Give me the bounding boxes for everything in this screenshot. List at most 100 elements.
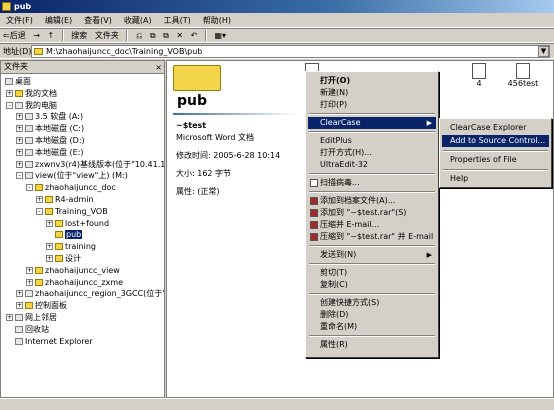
tree-item[interactable]: R4-admin — [45, 194, 94, 205]
context-menu-item[interactable]: 属性(R) — [308, 339, 436, 351]
menu-item-label: ClearCase — [320, 118, 361, 127]
tree-item-label: 我的电脑 — [25, 100, 57, 110]
expand-toggle-icon[interactable]: + — [46, 255, 53, 262]
menu-view[interactable]: 查看(V) — [78, 13, 118, 28]
address-input[interactable]: M:\zhaohaijuncc_doc\Training_VOB\pub ▼ — [31, 45, 550, 58]
up-button[interactable]: ↑ — [48, 29, 55, 43]
submenu-item[interactable]: Help — [442, 173, 549, 185]
menu-edit[interactable]: 编辑(E) — [39, 13, 78, 28]
tree-item[interactable]: zhaohaijuncc_doc — [35, 182, 116, 193]
search-button[interactable]: 搜索 — [71, 29, 87, 43]
context-menu-item[interactable]: 添加到档案文件(A)... — [308, 195, 436, 207]
expand-toggle-icon[interactable]: + — [26, 278, 33, 286]
context-menu-item[interactable]: 压缩并 E-mail... — [308, 219, 436, 231]
expand-toggle-icon[interactable]: + — [46, 243, 53, 251]
context-menu-item[interactable]: 复制(C) — [308, 279, 436, 291]
context-menu-item[interactable]: EditPlus — [308, 135, 436, 147]
folder-icon — [35, 278, 43, 286]
menu-tools[interactable]: 工具(T) — [158, 13, 197, 28]
menu-help[interactable]: 帮助(H) — [197, 13, 237, 28]
clearcase-submenu: ClearCase Explorer Add to Source Control.… — [439, 118, 552, 188]
context-menu-item[interactable]: 打开(O) — [308, 75, 436, 87]
submenu-item[interactable]: Properties of File — [442, 154, 549, 166]
context-menu-item[interactable]: 新建(N) — [308, 87, 436, 99]
context-menu-item[interactable]: 重命名(M) — [308, 321, 436, 333]
menu-file[interactable]: 文件(F) — [0, 13, 39, 28]
expand-toggle-icon[interactable]: + — [16, 148, 23, 156]
undo-icon[interactable]: ↶ — [191, 29, 198, 43]
tree-item[interactable]: 我的文档 — [15, 88, 57, 99]
expand-toggle-icon[interactable]: + — [16, 302, 23, 310]
tree-item-label: R4-admin — [55, 195, 94, 204]
back-button[interactable]: ⇐后退 — [3, 29, 26, 43]
expand-toggle-icon[interactable]: + — [16, 160, 23, 168]
file-item[interactable]: 4 — [459, 63, 499, 88]
expand-toggle-icon[interactable]: + — [36, 196, 43, 203]
context-menu-item[interactable]: 删除(D) — [308, 309, 436, 321]
context-menu-item[interactable]: 压缩到 "~$test.rar" 并 E-mail — [308, 231, 436, 243]
expand-toggle-icon[interactable]: + — [6, 314, 13, 321]
expand-toggle-icon[interactable]: + — [26, 266, 33, 274]
context-menu-item[interactable]: 创建快捷方式(S) — [308, 297, 436, 309]
address-bar: 地址(D) M:\zhaohaijuncc_doc\Training_VOB\p… — [0, 43, 554, 59]
tree-item[interactable]: 控制面板 — [25, 300, 67, 311]
expand-toggle-icon[interactable]: + — [46, 219, 53, 227]
context-menu-item[interactable]: 剪切(T) — [308, 267, 436, 279]
tree-item[interactable]: zhaohaijuncc_zxme — [35, 277, 123, 288]
expand-toggle-icon[interactable]: - — [6, 101, 13, 109]
tree-item[interactable]: pub — [55, 229, 83, 240]
menu-separator — [309, 131, 435, 133]
expand-toggle-icon[interactable]: - — [36, 207, 43, 215]
tree-item[interactable]: 本地磁盘 (D:) — [25, 135, 85, 146]
tree-item[interactable]: view(位于"view"上) (M:) — [25, 170, 128, 181]
delete-icon[interactable]: ✕ — [176, 29, 183, 43]
context-menu-item[interactable]: 发送到(N) ▶ — [308, 249, 436, 261]
context-menu-item[interactable]: 添加到 "~$test.rar"(S) — [308, 207, 436, 219]
tree-item[interactable]: 桌面 — [5, 76, 31, 87]
menu-favorites[interactable]: 收藏(A) — [118, 13, 158, 28]
tree-item[interactable]: zxwnv3(r4)基线版本(位于"10.41.16. — [25, 159, 164, 170]
tree-item[interactable]: zhaohaijuncc_view — [35, 265, 120, 276]
submenu-item[interactable]: ClearCase Explorer — [442, 122, 549, 134]
context-menu-item[interactable]: UltraEdit-32 — [308, 159, 436, 171]
tree-item-label: Internet Explorer — [25, 336, 93, 346]
move-icon[interactable]: ⧉ — [150, 29, 156, 43]
tree-item[interactable]: zhaohaijuncc_region_3GCC(位于"vie — [25, 288, 164, 299]
tree-item[interactable]: 本地磁盘 (E:) — [25, 147, 84, 158]
expand-toggle-icon[interactable]: + — [16, 290, 23, 298]
context-menu-item[interactable]: 扫描病毒... — [308, 177, 436, 189]
folder-icon — [45, 207, 53, 215]
copy-icon[interactable]: ⧉ — [163, 29, 169, 43]
context-menu-item[interactable]: 打开方式(H)... — [308, 147, 436, 159]
expand-toggle-icon[interactable]: + — [16, 137, 23, 144]
menu-separator — [309, 335, 435, 337]
history-icon[interactable]: ⎌ — [136, 29, 142, 43]
tree-item[interactable]: lost+found — [55, 218, 109, 229]
tree-item[interactable]: 我的电脑 — [15, 100, 57, 111]
expand-toggle-icon[interactable]: + — [16, 113, 23, 121]
rar-icon — [310, 221, 318, 229]
expand-toggle-icon[interactable]: + — [16, 125, 23, 133]
views-button[interactable]: ▦▾ — [214, 29, 226, 43]
tree-item[interactable]: 回收站 — [15, 324, 49, 335]
tree-item[interactable]: Training_VOB — [45, 206, 108, 217]
tree-item[interactable]: training — [55, 241, 96, 252]
folders-button[interactable]: 文件夹 — [95, 29, 119, 43]
tree-item[interactable]: 设计 — [55, 253, 81, 264]
close-icon[interactable]: × — [155, 62, 162, 74]
forward-button[interactable]: → — [33, 29, 40, 43]
context-menu-item[interactable]: ClearCase ▶ — [308, 117, 436, 129]
status-bar — [0, 398, 554, 410]
expand-toggle-icon[interactable]: + — [6, 89, 13, 97]
expand-toggle-icon[interactable]: - — [26, 184, 33, 192]
tree-item[interactable]: 网上邻居 — [15, 312, 57, 323]
tree-item[interactable]: 本地磁盘 (C:) — [25, 123, 84, 134]
tree-item[interactable]: 3.5 软盘 (A:) — [25, 111, 83, 122]
file-item[interactable]: 456test — [503, 63, 543, 88]
chevron-down-icon[interactable]: ▼ — [538, 46, 549, 57]
menu-item-label: 删除(D) — [320, 310, 349, 319]
submenu-item[interactable]: Add to Source Control... — [442, 135, 549, 147]
expand-toggle-icon[interactable]: - — [16, 172, 23, 180]
tree-item[interactable]: Internet Explorer — [15, 336, 93, 347]
context-menu-item[interactable]: 打印(P) — [308, 99, 436, 111]
